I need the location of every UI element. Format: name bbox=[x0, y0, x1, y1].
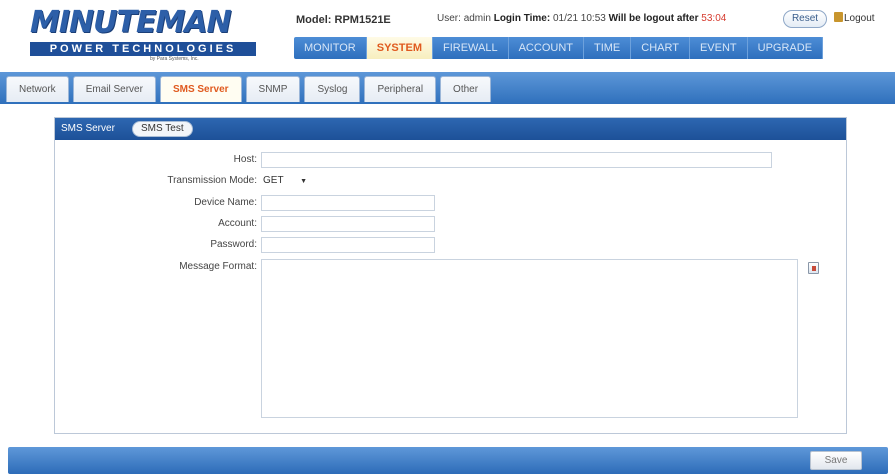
model-info: Model: RPM1521E bbox=[296, 14, 391, 26]
transmission-mode-value: GET bbox=[263, 175, 284, 186]
device-name-input[interactable] bbox=[261, 195, 435, 211]
sms-test-button[interactable]: SMS Test bbox=[132, 121, 193, 137]
header: MINUTEMAN POWER TECHNOLOGIES by Para Sys… bbox=[0, 0, 895, 70]
save-button[interactable]: Save bbox=[810, 451, 862, 470]
nav-tab-firewall[interactable]: FIREWALL bbox=[433, 37, 509, 59]
sub-tab-snmp[interactable]: SNMP bbox=[245, 76, 301, 102]
nav-tab-account[interactable]: ACCOUNT bbox=[509, 37, 584, 59]
host-label: Host: bbox=[233, 154, 257, 165]
user-value: admin bbox=[463, 13, 491, 24]
sub-tab-other[interactable]: Other bbox=[440, 76, 492, 102]
session-info: User: admin Login Time: 01/21 10:53 Will… bbox=[437, 13, 726, 24]
brand-logo: MINUTEMAN POWER TECHNOLOGIES by Para Sys… bbox=[30, 6, 256, 64]
message-format-textarea[interactable] bbox=[261, 259, 798, 418]
reset-button[interactable]: Reset bbox=[783, 10, 827, 28]
logout-timer-label: Will be logout after bbox=[608, 13, 699, 24]
logo-wordmark: MINUTEMAN bbox=[30, 5, 232, 40]
transmission-mode-label: Transmission Mode: bbox=[167, 175, 257, 186]
logout-link[interactable]: Logout bbox=[834, 12, 875, 24]
sub-tabs: Network Email Server SMS Server SNMP Sys… bbox=[6, 76, 495, 102]
host-input[interactable] bbox=[261, 152, 772, 168]
main-nav: MONITOR SYSTEM FIREWALL ACCOUNT TIME CHA… bbox=[294, 37, 824, 59]
login-time-value: 01/21 10:53 bbox=[552, 13, 606, 24]
login-time-label: Login Time: bbox=[493, 13, 551, 24]
sub-tab-network[interactable]: Network bbox=[6, 76, 69, 102]
password-input[interactable] bbox=[261, 237, 435, 253]
nav-tab-upgrade[interactable]: UPGRADE bbox=[748, 37, 824, 59]
logout-icon bbox=[834, 12, 843, 22]
user-label: User: bbox=[437, 13, 461, 24]
logout-label: Logout bbox=[844, 13, 875, 24]
logout-timer-value: 53:04 bbox=[701, 13, 727, 24]
nav-tab-chart[interactable]: CHART bbox=[631, 37, 690, 59]
nav-tab-event[interactable]: EVENT bbox=[690, 37, 748, 59]
account-input[interactable] bbox=[261, 216, 435, 232]
nav-tab-time[interactable]: TIME bbox=[584, 37, 632, 59]
panel-title: SMS Server bbox=[61, 123, 115, 134]
message-format-label: Message Format: bbox=[179, 261, 257, 272]
device-name-label: Device Name: bbox=[194, 197, 257, 208]
account-label: Account: bbox=[218, 218, 257, 229]
transmission-mode-select[interactable]: GET ▼ bbox=[263, 173, 315, 189]
logo-subtitle: POWER TECHNOLOGIES bbox=[30, 42, 256, 56]
sub-tab-bar: Network Email Server SMS Server SNMP Sys… bbox=[0, 72, 895, 104]
model-value: RPM1521E bbox=[334, 14, 391, 26]
caret-down-icon: ▼ bbox=[300, 178, 308, 185]
password-label: Password: bbox=[210, 239, 257, 250]
footer-bar: Save bbox=[8, 447, 888, 474]
nav-tab-system[interactable]: SYSTEM bbox=[366, 37, 433, 59]
logo-tagline: by Para Systems, Inc. bbox=[150, 56, 199, 62]
sub-tab-peripheral[interactable]: Peripheral bbox=[364, 76, 437, 102]
model-label: Model: bbox=[296, 14, 332, 26]
nav-tab-monitor[interactable]: MONITOR bbox=[294, 37, 367, 59]
sub-tab-syslog[interactable]: Syslog bbox=[304, 76, 361, 102]
sub-tab-sms-server[interactable]: SMS Server bbox=[159, 76, 242, 102]
panel-header: SMS Server SMS Test bbox=[55, 118, 846, 140]
sub-tab-email-server[interactable]: Email Server bbox=[72, 76, 156, 102]
document-icon[interactable] bbox=[808, 262, 819, 274]
